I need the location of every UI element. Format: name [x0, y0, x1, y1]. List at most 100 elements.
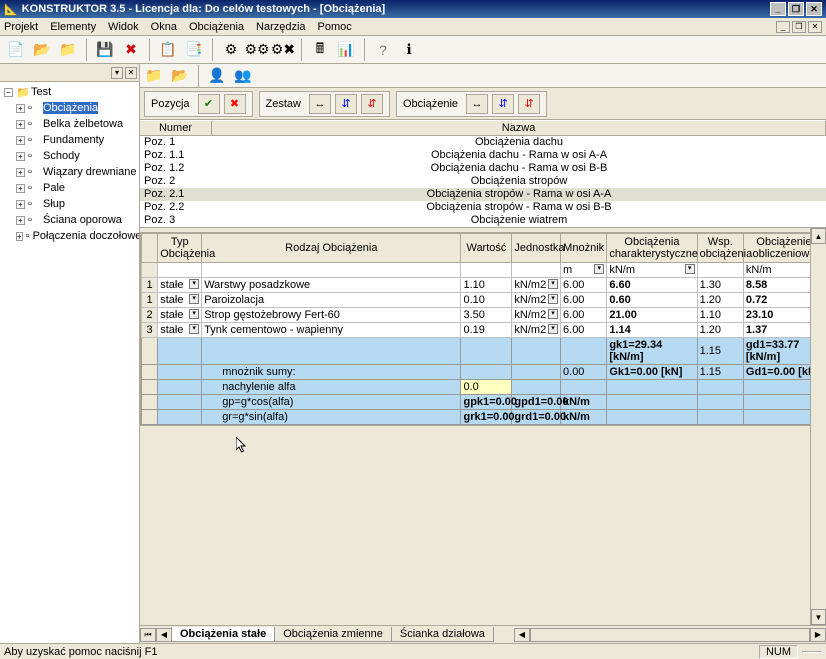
view2-button[interactable]: 📂: [168, 64, 192, 88]
position-row[interactable]: Poz. 2.1Obciążenia stropów - Rama w osi …: [140, 188, 826, 201]
tree-item[interactable]: +▫Obciążenia: [2, 100, 137, 116]
zestaw-b1[interactable]: ↔: [309, 94, 331, 114]
obc-b1[interactable]: ↔: [466, 94, 488, 114]
mdi-minimize[interactable]: _: [776, 21, 790, 33]
new-button[interactable]: 📄: [4, 38, 28, 62]
copy-button[interactable]: 📋: [156, 38, 180, 62]
dropdown-icon[interactable]: ▾: [189, 294, 199, 304]
hdr-wsp[interactable]: Wsp. obciążenia: [697, 234, 743, 263]
tree-toggle-icon[interactable]: +: [16, 184, 25, 193]
tree-item[interactable]: +▫Belka żelbetowa: [2, 116, 137, 132]
nachylenie-input[interactable]: 0.0: [461, 380, 512, 395]
menu-projekt[interactable]: Projekt: [4, 21, 38, 33]
tree-toggle-icon[interactable]: +: [16, 104, 25, 113]
position-row[interactable]: Poz. 1.2Obciążenia dachu - Rama w osi B-…: [140, 162, 826, 175]
folder-button[interactable]: 📁: [56, 38, 80, 62]
hdr-wartosc[interactable]: Wartość: [461, 234, 512, 263]
dropdown-icon[interactable]: ▾: [189, 279, 199, 289]
dropdown-icon[interactable]: ▾: [594, 264, 604, 274]
tab-nav-prev[interactable]: ◀: [156, 628, 172, 642]
tab-stale[interactable]: Obciążenia stałe: [171, 627, 275, 642]
gear-button[interactable]: ⚙: [219, 38, 243, 62]
tree-item[interactable]: +▫Słup: [2, 196, 137, 212]
paste-button[interactable]: 📑: [182, 38, 206, 62]
load-row[interactable]: 3stałe▾Tynk cementowo - wapienny0.19kN/m…: [142, 323, 825, 338]
tree-root[interactable]: − 📁 Test: [2, 84, 137, 100]
maximize-button[interactable]: ❐: [788, 2, 804, 16]
load-row[interactable]: 1stałe▾Paroizolacja0.10kN/m2▾6.000.601.2…: [142, 293, 825, 308]
menu-okna[interactable]: Okna: [151, 21, 177, 33]
person1-button[interactable]: 👤: [205, 64, 229, 88]
tab-nav-first[interactable]: ⏮: [140, 628, 156, 642]
help-button[interactable]: ?: [371, 38, 395, 62]
tree-item[interactable]: +▫Fundamenty: [2, 132, 137, 148]
mdi-close[interactable]: ✕: [808, 21, 822, 33]
position-row[interactable]: Poz. 1.1Obciążenia dachu - Rama w osi A-…: [140, 149, 826, 162]
person2-button[interactable]: 👥: [231, 64, 255, 88]
tree-item[interactable]: +▫Pale: [2, 180, 137, 196]
tree-item[interactable]: +▫Ściana oporowa: [2, 212, 137, 228]
dropdown-icon[interactable]: ▾: [189, 324, 199, 334]
tree-toggle-icon[interactable]: +: [16, 136, 25, 145]
info-button[interactable]: ℹ: [397, 38, 421, 62]
positions-table[interactable]: Numer Nazwa Poz. 1Obciążenia dachuPoz. 1…: [140, 120, 826, 228]
menu-narzedzia[interactable]: Narzędzia: [256, 21, 306, 33]
hscroll-right[interactable]: ▶: [810, 628, 826, 642]
close-button[interactable]: ✕: [806, 2, 822, 16]
dropdown-icon[interactable]: ▾: [548, 279, 558, 289]
dropdown-icon[interactable]: ▾: [548, 309, 558, 319]
menu-widok[interactable]: Widok: [108, 21, 139, 33]
position-row[interactable]: Poz. 1Obciążenia dachu: [140, 136, 826, 149]
tree-toggle-icon[interactable]: −: [4, 88, 13, 97]
calc-button[interactable]: 🖩: [308, 38, 332, 62]
menu-obciazenia[interactable]: Obciążenia: [189, 21, 244, 33]
dropdown-icon[interactable]: ▾: [189, 309, 199, 319]
dropdown-icon[interactable]: ▾: [685, 264, 695, 274]
tree-toggle-icon[interactable]: +: [16, 216, 25, 225]
col-nazwa[interactable]: Nazwa: [212, 121, 826, 135]
tree-toggle-icon[interactable]: +: [16, 152, 25, 161]
open-button[interactable]: 📂: [30, 38, 54, 62]
load-row[interactable]: 2stałe▾Strop gęstożebrowy Fert-603.50kN/…: [142, 308, 825, 323]
minimize-button[interactable]: _: [770, 2, 786, 16]
scroll-down-icon[interactable]: ▼: [811, 609, 826, 625]
hdr-mnoznik[interactable]: Mnożnik: [561, 234, 607, 263]
obc-b2[interactable]: ⇵: [492, 94, 514, 114]
menu-pomoc[interactable]: Pomoc: [318, 21, 352, 33]
tree-toggle-icon[interactable]: +: [16, 168, 25, 177]
tree-item[interactable]: +▫Wiązary drewniane: [2, 164, 137, 180]
pozycja-del-button[interactable]: ✖: [224, 94, 246, 114]
report-button[interactable]: 📊: [334, 38, 358, 62]
tree-toggle-icon[interactable]: +: [16, 120, 25, 129]
hdr-typ[interactable]: Typ Obciążenia: [158, 234, 202, 263]
scroll-up-icon[interactable]: ▲: [811, 228, 826, 244]
save-button[interactable]: 💾: [93, 38, 117, 62]
load-row[interactable]: 1stałe▾Warstwy posadzkowe1.10kN/m2▾6.006…: [142, 278, 825, 293]
hdr-rodzaj[interactable]: Rodzaj Obciążenia: [202, 234, 461, 263]
position-row[interactable]: Poz. 3Obciążenie wiatrem: [140, 214, 826, 227]
hscroll-left[interactable]: ◀: [514, 628, 530, 642]
tree-toggle-icon[interactable]: +: [16, 200, 25, 209]
summary-nachylenie[interactable]: nachylenie alfa 0.0: [142, 380, 825, 395]
tree-close-icon[interactable]: ✕: [125, 67, 137, 79]
col-numer[interactable]: Numer: [140, 121, 212, 135]
gear-x-button[interactable]: ⚙✖: [271, 38, 295, 62]
hdr-charakt[interactable]: Obciążenia charakterystyczne: [607, 234, 697, 263]
view1-button[interactable]: 📁: [142, 64, 166, 88]
tab-scianka[interactable]: Ścianka działowa: [391, 627, 494, 642]
tree-pin-icon[interactable]: ▾: [111, 67, 123, 79]
dropdown-icon[interactable]: ▾: [548, 324, 558, 334]
load-grid[interactable]: Typ Obciążenia Rodzaj Obciążenia Wartość…: [140, 232, 826, 426]
obc-b3[interactable]: ⇵: [518, 94, 540, 114]
zestaw-b3[interactable]: ⇵: [361, 94, 383, 114]
mdi-restore[interactable]: ❐: [792, 21, 806, 33]
gears-button[interactable]: ⚙⚙: [245, 38, 269, 62]
zestaw-b2[interactable]: ⇵: [335, 94, 357, 114]
tab-zmienne[interactable]: Obciążenia zmienne: [274, 627, 392, 642]
pozycja-add-button[interactable]: ✔: [198, 94, 220, 114]
position-row[interactable]: Poz. 2.2Obciążenia stropów - Rama w osi …: [140, 201, 826, 214]
hdr-jednostka[interactable]: Jednostka: [512, 234, 561, 263]
tree-item[interactable]: +▫Schody: [2, 148, 137, 164]
units-row[interactable]: m▾ kN/m▾ kN/m: [142, 263, 825, 278]
delete-button[interactable]: ✖: [119, 38, 143, 62]
